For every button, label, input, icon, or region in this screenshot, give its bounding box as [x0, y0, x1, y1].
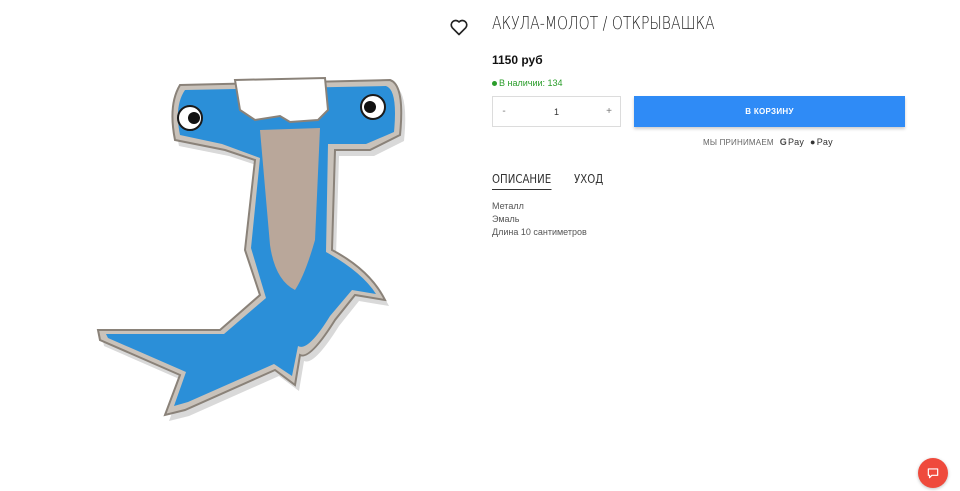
wishlist-heart-icon[interactable]	[449, 17, 469, 37]
product-tabs: ОПИСАНИЕ УХОД	[492, 172, 608, 190]
stock-dot-icon	[492, 80, 497, 86]
add-to-cart-button[interactable]: В КОРЗИНУ	[634, 96, 905, 127]
stock-status: В наличии: 134	[492, 78, 563, 88]
quantity-stepper[interactable]: - 1 +	[492, 96, 621, 127]
chat-icon	[927, 468, 939, 479]
description-line: Длина 10 сантиметров	[492, 227, 587, 237]
google-g-icon: G	[779, 137, 787, 147]
apple-pay-text: Pay	[816, 137, 833, 147]
chat-button[interactable]	[918, 458, 948, 488]
product-title: АКУЛА-МОЛОТ / ОТКРЫВАШКА	[492, 13, 715, 34]
product-image	[70, 40, 410, 430]
hammerhead-shark-icon	[96, 76, 406, 421]
apple-pay-logo: ● Pay	[810, 137, 833, 147]
google-pay-text: Pay	[787, 137, 805, 147]
payment-label: МЫ ПРИНИМАЕМ	[703, 137, 774, 147]
tab-description[interactable]: ОПИСАНИЕ	[492, 172, 552, 190]
quantity-value[interactable]: 1	[515, 107, 598, 117]
stock-text: В наличии: 134	[499, 78, 563, 88]
quantity-minus-button[interactable]: -	[493, 106, 515, 117]
payment-methods: МЫ ПРИНИМАЕМ G Pay ● Pay	[703, 137, 833, 147]
description-line: Металл	[492, 201, 524, 211]
description-line: Эмаль	[492, 214, 520, 224]
product-price: 1150 руб	[492, 53, 543, 67]
apple-icon: ●	[810, 137, 816, 147]
description-text: Металл Эмаль Длина 10 сантиметров	[492, 200, 587, 239]
quantity-plus-button[interactable]: +	[598, 106, 620, 117]
tab-care[interactable]: УХОД	[574, 172, 603, 190]
google-pay-logo: G Pay	[780, 137, 804, 147]
